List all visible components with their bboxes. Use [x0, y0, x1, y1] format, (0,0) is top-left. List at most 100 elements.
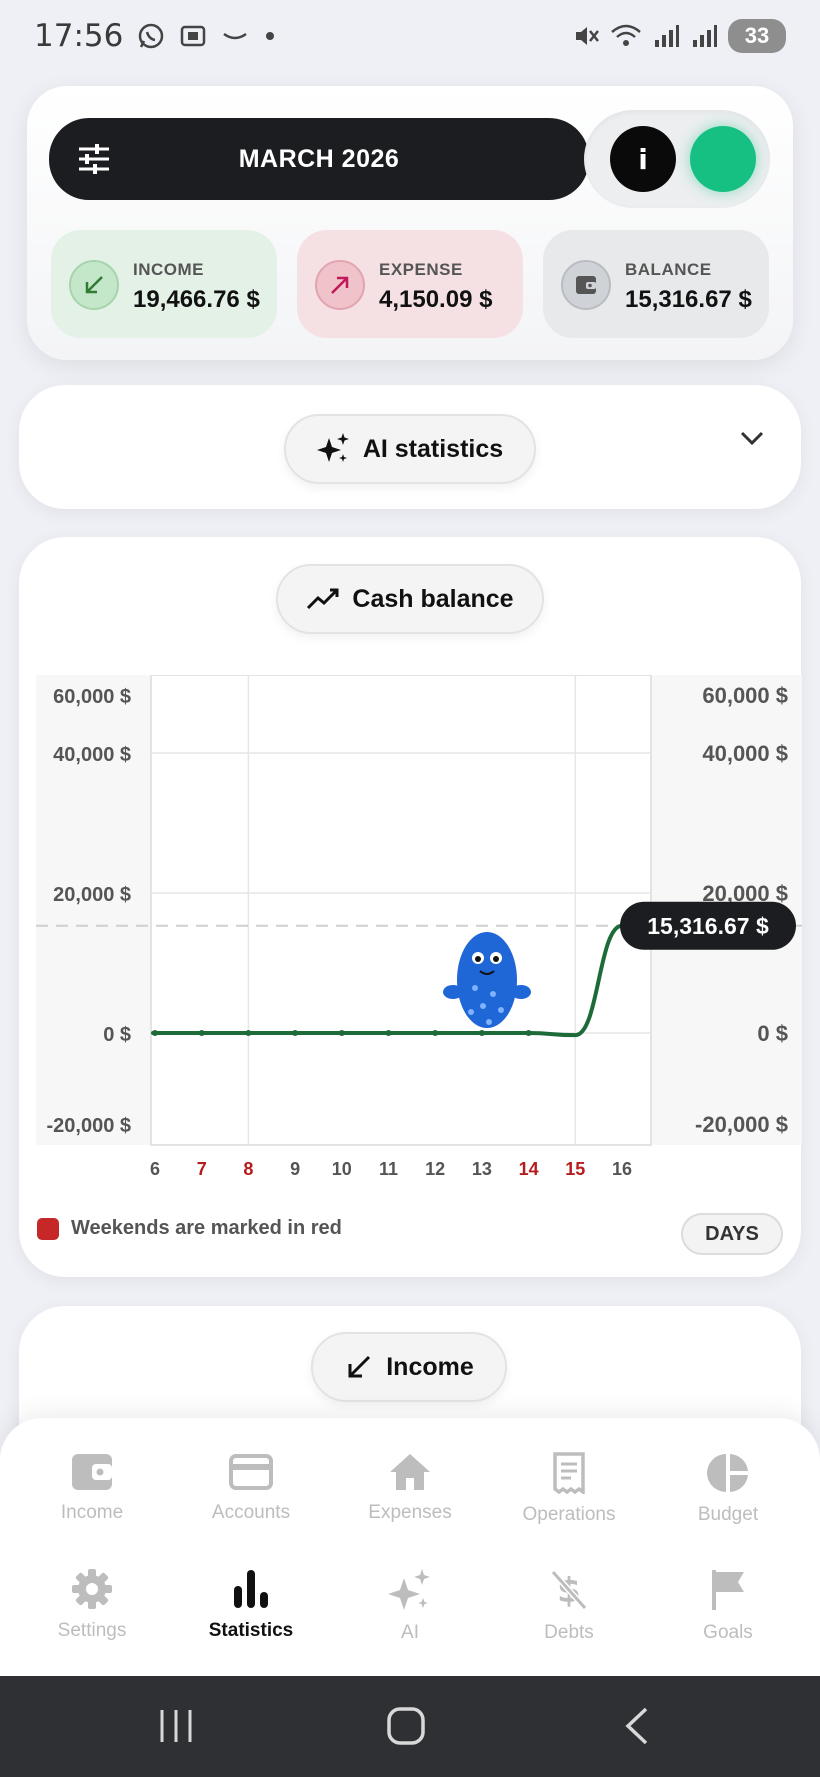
mascot-spot-0	[472, 985, 478, 991]
signal-icon	[655, 25, 679, 47]
pie-icon	[707, 1454, 748, 1492]
bar-chart-icon	[234, 1570, 268, 1608]
nav-budget-label: Budget	[697, 1504, 759, 1525]
mascot-spot-5	[486, 1019, 492, 1025]
nav-debts[interactable]: $ Debts	[494, 1568, 644, 1644]
nav-ai[interactable]: AI	[335, 1568, 485, 1644]
flag-icon	[712, 1570, 744, 1610]
nav-debts-label: Debts	[544, 1622, 594, 1643]
ai-statistics-label: AI statistics	[362, 434, 504, 463]
cash-balance-chart: 60,000 $ 60,000 $ 40,000 $ 40,000 $ 20,000 $…	[36, 675, 802, 1179]
income-chip[interactable]: Income	[311, 1332, 507, 1402]
amazon-icon	[223, 32, 248, 40]
y-tick-label-right: 40,000 $	[702, 741, 788, 766]
mascot-spot-3	[498, 1007, 504, 1013]
data-point	[478, 1030, 485, 1036]
balance-tile[interactable]: BALANCE 15,316.67 $	[543, 230, 769, 338]
whatsapp-icon	[139, 23, 164, 49]
x-tick-label: 6	[150, 1159, 160, 1179]
notification-icons	[137, 22, 277, 50]
info-button[interactable]: i	[610, 126, 676, 192]
expense-label: EXPENSE	[379, 260, 463, 279]
x-tick-label: 7	[197, 1159, 207, 1179]
income-arrow-icon	[69, 260, 119, 310]
status-bar: 17:56 33	[0, 0, 820, 72]
cash-balance-chip[interactable]: Cash balance	[276, 564, 544, 634]
y-tick-label-right: 60,000 $	[702, 683, 788, 708]
x-tick-label: 14	[519, 1159, 539, 1179]
status-time: 17:56	[34, 18, 124, 54]
signal-icon-2	[693, 25, 717, 47]
current-value-label: 15,316.67 $	[647, 913, 769, 939]
bottom-navigation: Income Accounts Expenses Operations Budg…	[0, 1418, 820, 1676]
ai-statistics-card[interactable]: AI statistics	[19, 385, 801, 509]
income-tile[interactable]: INCOME 19,466.76 $	[51, 230, 277, 338]
mute-icon	[576, 27, 599, 45]
nav-statistics[interactable]: Statistics	[176, 1568, 326, 1642]
dot-icon	[266, 32, 275, 40]
income-arrow-icon	[348, 1355, 371, 1378]
weekend-legend: Weekends are marked in red	[37, 1217, 342, 1240]
nav-expenses[interactable]: Expenses	[335, 1452, 485, 1524]
mascot-arm-left	[443, 985, 463, 999]
y-tick-label-right: -20,000 $	[695, 1112, 788, 1137]
ai-statistics-chip[interactable]: AI statistics	[284, 414, 536, 484]
mascot-spot-2	[480, 1003, 486, 1009]
gear-icon	[72, 1569, 112, 1609]
data-point	[152, 1030, 158, 1036]
cash-balance-card: Cash balance 60,000 $ 60,000 $ 40,000 $ 40,…	[19, 537, 802, 1277]
filter-icon[interactable]	[77, 143, 111, 175]
home-button-icon[interactable]	[386, 1706, 426, 1746]
y-tick-label-left: -20,000 $	[46, 1115, 131, 1137]
no-dollar-icon: $	[550, 1570, 588, 1611]
nav-budget[interactable]: Budget	[653, 1452, 803, 1526]
nav-income[interactable]: Income	[17, 1452, 167, 1524]
recent-apps-icon[interactable]	[158, 1708, 194, 1744]
chevron-down-icon[interactable]	[739, 429, 765, 447]
x-tick-label: 11	[379, 1159, 398, 1179]
income-chip-label: Income	[386, 1352, 474, 1381]
cash-balance-label: Cash balance	[352, 584, 514, 613]
nav-settings-label: Settings	[57, 1620, 127, 1641]
wallet-icon	[561, 260, 611, 310]
expense-tile[interactable]: EXPENSE 4,150.09 $	[297, 230, 523, 338]
balance-value: 15,316.67 $	[625, 286, 752, 313]
nav-accounts[interactable]: Accounts	[176, 1452, 326, 1524]
data-point	[245, 1030, 252, 1036]
screenshot-icon	[181, 25, 206, 47]
balance-label: BALANCE	[625, 260, 712, 279]
mascot-body	[457, 932, 517, 1028]
x-tick-label: 8	[243, 1159, 253, 1179]
nav-expenses-label: Expenses	[368, 1502, 452, 1523]
card-icon	[229, 1454, 273, 1490]
y-tick-label-left: 20,000 $	[53, 884, 131, 906]
sparkle-icon	[388, 1569, 430, 1610]
mascot-spot-4	[468, 1009, 474, 1015]
mascot-pupil-left	[475, 956, 481, 962]
x-tick-label: 13	[472, 1159, 492, 1179]
status-dot[interactable]	[690, 126, 756, 192]
x-tick-label: 9	[290, 1159, 300, 1179]
expense-value: 4,150.09 $	[379, 286, 493, 313]
nav-operations[interactable]: Operations	[494, 1452, 644, 1526]
x-tick-label: 12	[425, 1159, 445, 1179]
days-button[interactable]: DAYS	[681, 1213, 783, 1255]
summary-card: MARCH 2026 i INCOME 19,466.76 $ EXPENSE …	[27, 86, 793, 360]
nav-goals[interactable]: Goals	[653, 1568, 803, 1644]
data-point	[432, 1030, 439, 1036]
mascot-pupil-right	[493, 956, 499, 962]
battery-indicator: 33	[728, 19, 786, 53]
data-point	[525, 1030, 532, 1036]
back-icon[interactable]	[622, 1706, 652, 1746]
month-selector[interactable]: MARCH 2026	[49, 118, 589, 200]
sparkle-icon	[316, 433, 349, 462]
income-label: INCOME	[133, 260, 204, 279]
system-icons: 33	[572, 19, 786, 53]
nav-settings[interactable]: Settings	[17, 1568, 167, 1642]
receipt-icon	[553, 1452, 585, 1494]
nav-income-label: Income	[60, 1502, 124, 1523]
nav-operations-label: Operations	[522, 1504, 616, 1525]
mascot-arm-right	[511, 985, 531, 999]
mode-toggle[interactable]: i	[584, 110, 770, 208]
x-tick-label: 15	[565, 1159, 585, 1179]
